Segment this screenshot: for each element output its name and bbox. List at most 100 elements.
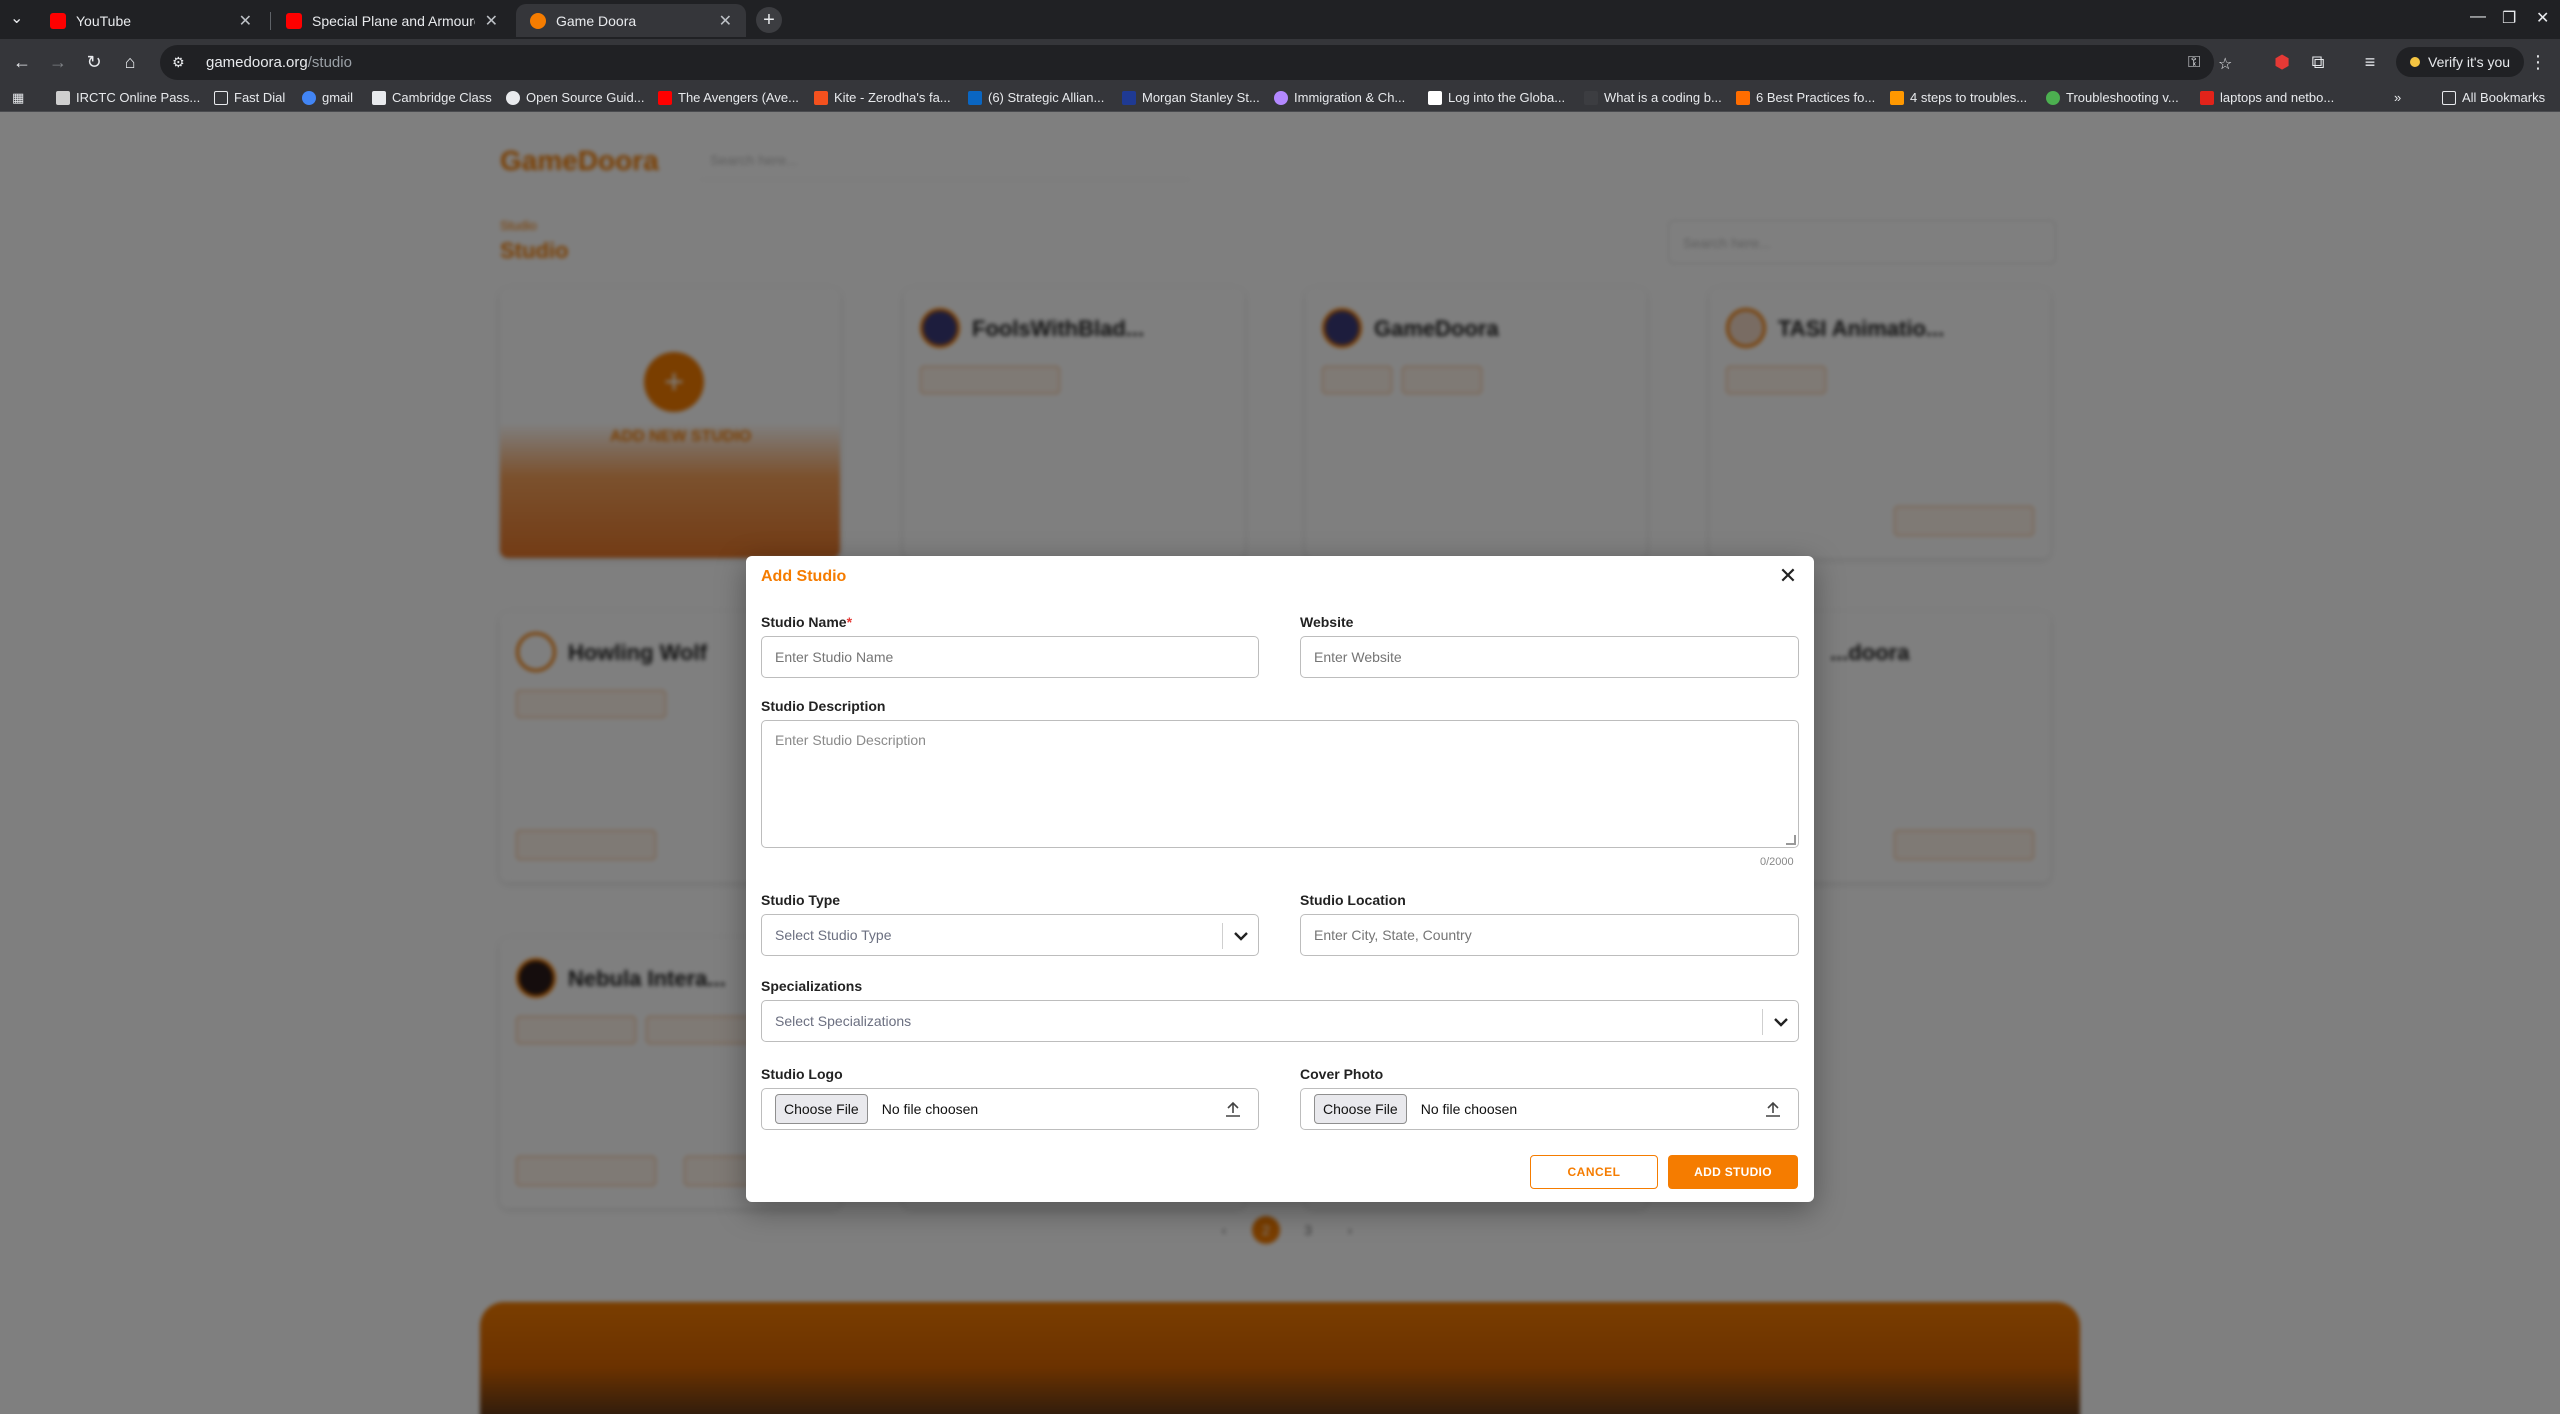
upload-icon[interactable] [1224,1100,1242,1121]
youtube-favicon-icon [50,12,66,29]
home-icon[interactable]: ⌂ [118,50,142,74]
choose-file-button[interactable]: Choose File [775,1094,868,1124]
bookmarks-overflow-icon[interactable]: » [2394,90,2401,105]
profile-avatar-icon [2410,57,2420,67]
web-page: GameDoora Search here... Studio Studio S… [0,112,2560,1414]
bp-favicon-icon [1736,90,1750,105]
bookmark-item[interactable]: laptops and netbo... [2200,90,2334,105]
cambridge-favicon-icon [372,90,386,105]
restore-icon[interactable]: ❐ [2502,8,2516,28]
studio-logo-label: Studio Logo [761,1066,843,1082]
forward-icon[interactable]: → [46,50,70,74]
linkedin-favicon-icon [968,90,982,105]
tab-title: Game Doora [556,12,637,29]
bookmark-item[interactable]: 6 Best Practices fo... [1736,90,1875,105]
studio-type-select[interactable]: Select Studio Type [761,914,1259,956]
studio-name-label: Studio Name* [761,614,853,630]
description-textarea[interactable]: Enter Studio Description [761,720,1799,848]
close-tab-icon[interactable]: ✕ [719,11,732,31]
bookmark-item[interactable]: Immigration & Ch... [1274,90,1405,105]
bookmark-item[interactable]: The Avengers (Ave... [658,90,799,105]
bookmark-item[interactable]: Morgan Stanley St... [1122,90,1260,105]
website-label: Website [1300,614,1354,630]
browser-toolbar: ← → ↻ ⌂ ⚙ gamedoora.org/studio ⚿ ☆ ⬢ ⧉ ≡… [0,39,2560,86]
apps-grid-icon[interactable]: ▦ [12,90,24,106]
address-bar[interactable]: ⚙ gamedoora.org/studio ⚿ ☆ [160,45,2232,80]
kite-favicon-icon [814,90,828,105]
extensions-puzzle-icon[interactable]: ⧉ [2306,50,2330,74]
studio-type-value: Select Studio Type [775,927,892,943]
cover-photo-file-input[interactable]: Choose File No file choosen [1300,1088,1799,1130]
bookmark-item[interactable]: Troubleshooting v... [2046,90,2179,105]
browser-menu-icon[interactable]: ⋮ [2526,50,2550,74]
troubleshoot-favicon-icon [2046,90,2060,105]
cover-photo-label: Cover Photo [1300,1066,1384,1082]
website-input[interactable] [1300,636,1799,678]
bookmark-item[interactable]: Log into the Globa... [1428,90,1565,105]
immigration-favicon-icon [1274,90,1288,105]
studio-logo-file-input[interactable]: Choose File No file choosen [761,1088,1259,1130]
profile-verify-button[interactable]: Verify it's you [2396,47,2525,77]
morgan-stanley-favicon-icon [1122,90,1136,105]
back-icon[interactable]: ← [10,50,34,74]
bookmark-star-icon[interactable]: ☆ [2218,54,2232,74]
resize-grip-icon[interactable] [1786,835,1796,845]
tab-search-chevron-icon[interactable]: ⌄ [10,8,23,28]
close-tab-icon[interactable]: ✕ [239,11,252,31]
tab-title: Special Plane and Armoured [312,12,475,29]
irctc-favicon-icon [56,90,70,105]
close-icon[interactable]: ✕ [1776,563,1800,588]
folder-icon [2442,90,2456,105]
upload-icon[interactable] [1764,1100,1782,1121]
extension-shield-icon[interactable]: ⬢ [2270,50,2294,74]
site-info-icon[interactable]: ⚙ [172,54,192,71]
tab-game-doora[interactable]: Game Doora ✕ [516,4,746,37]
close-window-icon[interactable]: ✕ [2536,8,2549,28]
minimize-icon[interactable]: — [2470,8,2486,26]
youtube-favicon-icon [658,90,672,105]
bookmark-item[interactable]: Open Source Guid... [506,90,645,105]
bookmark-item[interactable]: (6) Strategic Allian... [968,90,1104,105]
specializations-label: Specializations [761,978,863,994]
add-studio-button[interactable]: ADD STUDIO [1668,1155,1798,1189]
select-divider [1762,1009,1763,1035]
all-bookmarks-folder[interactable]: All Bookmarks [2442,90,2545,105]
bookmark-item[interactable]: 4 steps to troubles... [1890,90,2027,105]
studio-name-input[interactable] [761,636,1259,678]
specializations-select[interactable]: Select Specializations [761,1000,1799,1042]
choose-file-button[interactable]: Choose File [1314,1094,1407,1124]
media-queue-icon[interactable]: ≡ [2358,50,2382,74]
bookmark-item[interactable]: gmail [302,90,353,105]
cancel-button[interactable]: CANCEL [1530,1155,1658,1189]
tab-special-plane[interactable]: Special Plane and Armoured ✕ [272,4,512,37]
studio-type-label: Studio Type [761,892,841,908]
bookmark-item[interactable]: What is a coding b... [1584,90,1722,105]
bookmark-item[interactable]: IRCTC Online Pass... [56,90,200,105]
gamedoora-favicon-icon [530,12,546,29]
youtube-favicon-icon [286,12,302,29]
dialog-title: Add Studio [761,568,847,585]
profile-label: Verify it's you [2428,54,2511,70]
new-tab-button[interactable]: + [756,7,782,33]
tab-divider [270,12,271,30]
chevron-down-icon[interactable] [1768,1009,1794,1035]
bookmark-item[interactable]: Cambridge Class [372,90,492,105]
specializations-value: Select Specializations [775,1013,912,1029]
add-studio-dialog: Add Studio ✕ Studio Name* Website Studio… [746,556,1814,1202]
bookmarks-bar: ▦ IRCTC Online Pass... Fast Dial gmail C… [0,86,2560,112]
password-key-icon[interactable]: ⚿ [2188,54,2200,72]
page-favicon-icon [1584,90,1598,105]
select-divider [1222,923,1223,949]
close-tab-icon[interactable]: ✕ [485,11,498,31]
tab-youtube[interactable]: YouTube ✕ [36,4,266,37]
reload-icon[interactable]: ↻ [82,50,106,74]
description-placeholder: Enter Studio Description [775,732,926,748]
studio-location-input[interactable] [1300,914,1799,956]
bookmark-folder[interactable]: Fast Dial [214,90,285,105]
steps-favicon-icon [1890,90,1904,105]
document-favicon-icon [1428,90,1442,105]
bookmark-item[interactable]: Kite - Zerodha's fa... [814,90,951,105]
chevron-down-icon[interactable] [1228,923,1254,949]
folder-icon [214,90,228,105]
file-status: No file choosen [1420,1101,1518,1117]
